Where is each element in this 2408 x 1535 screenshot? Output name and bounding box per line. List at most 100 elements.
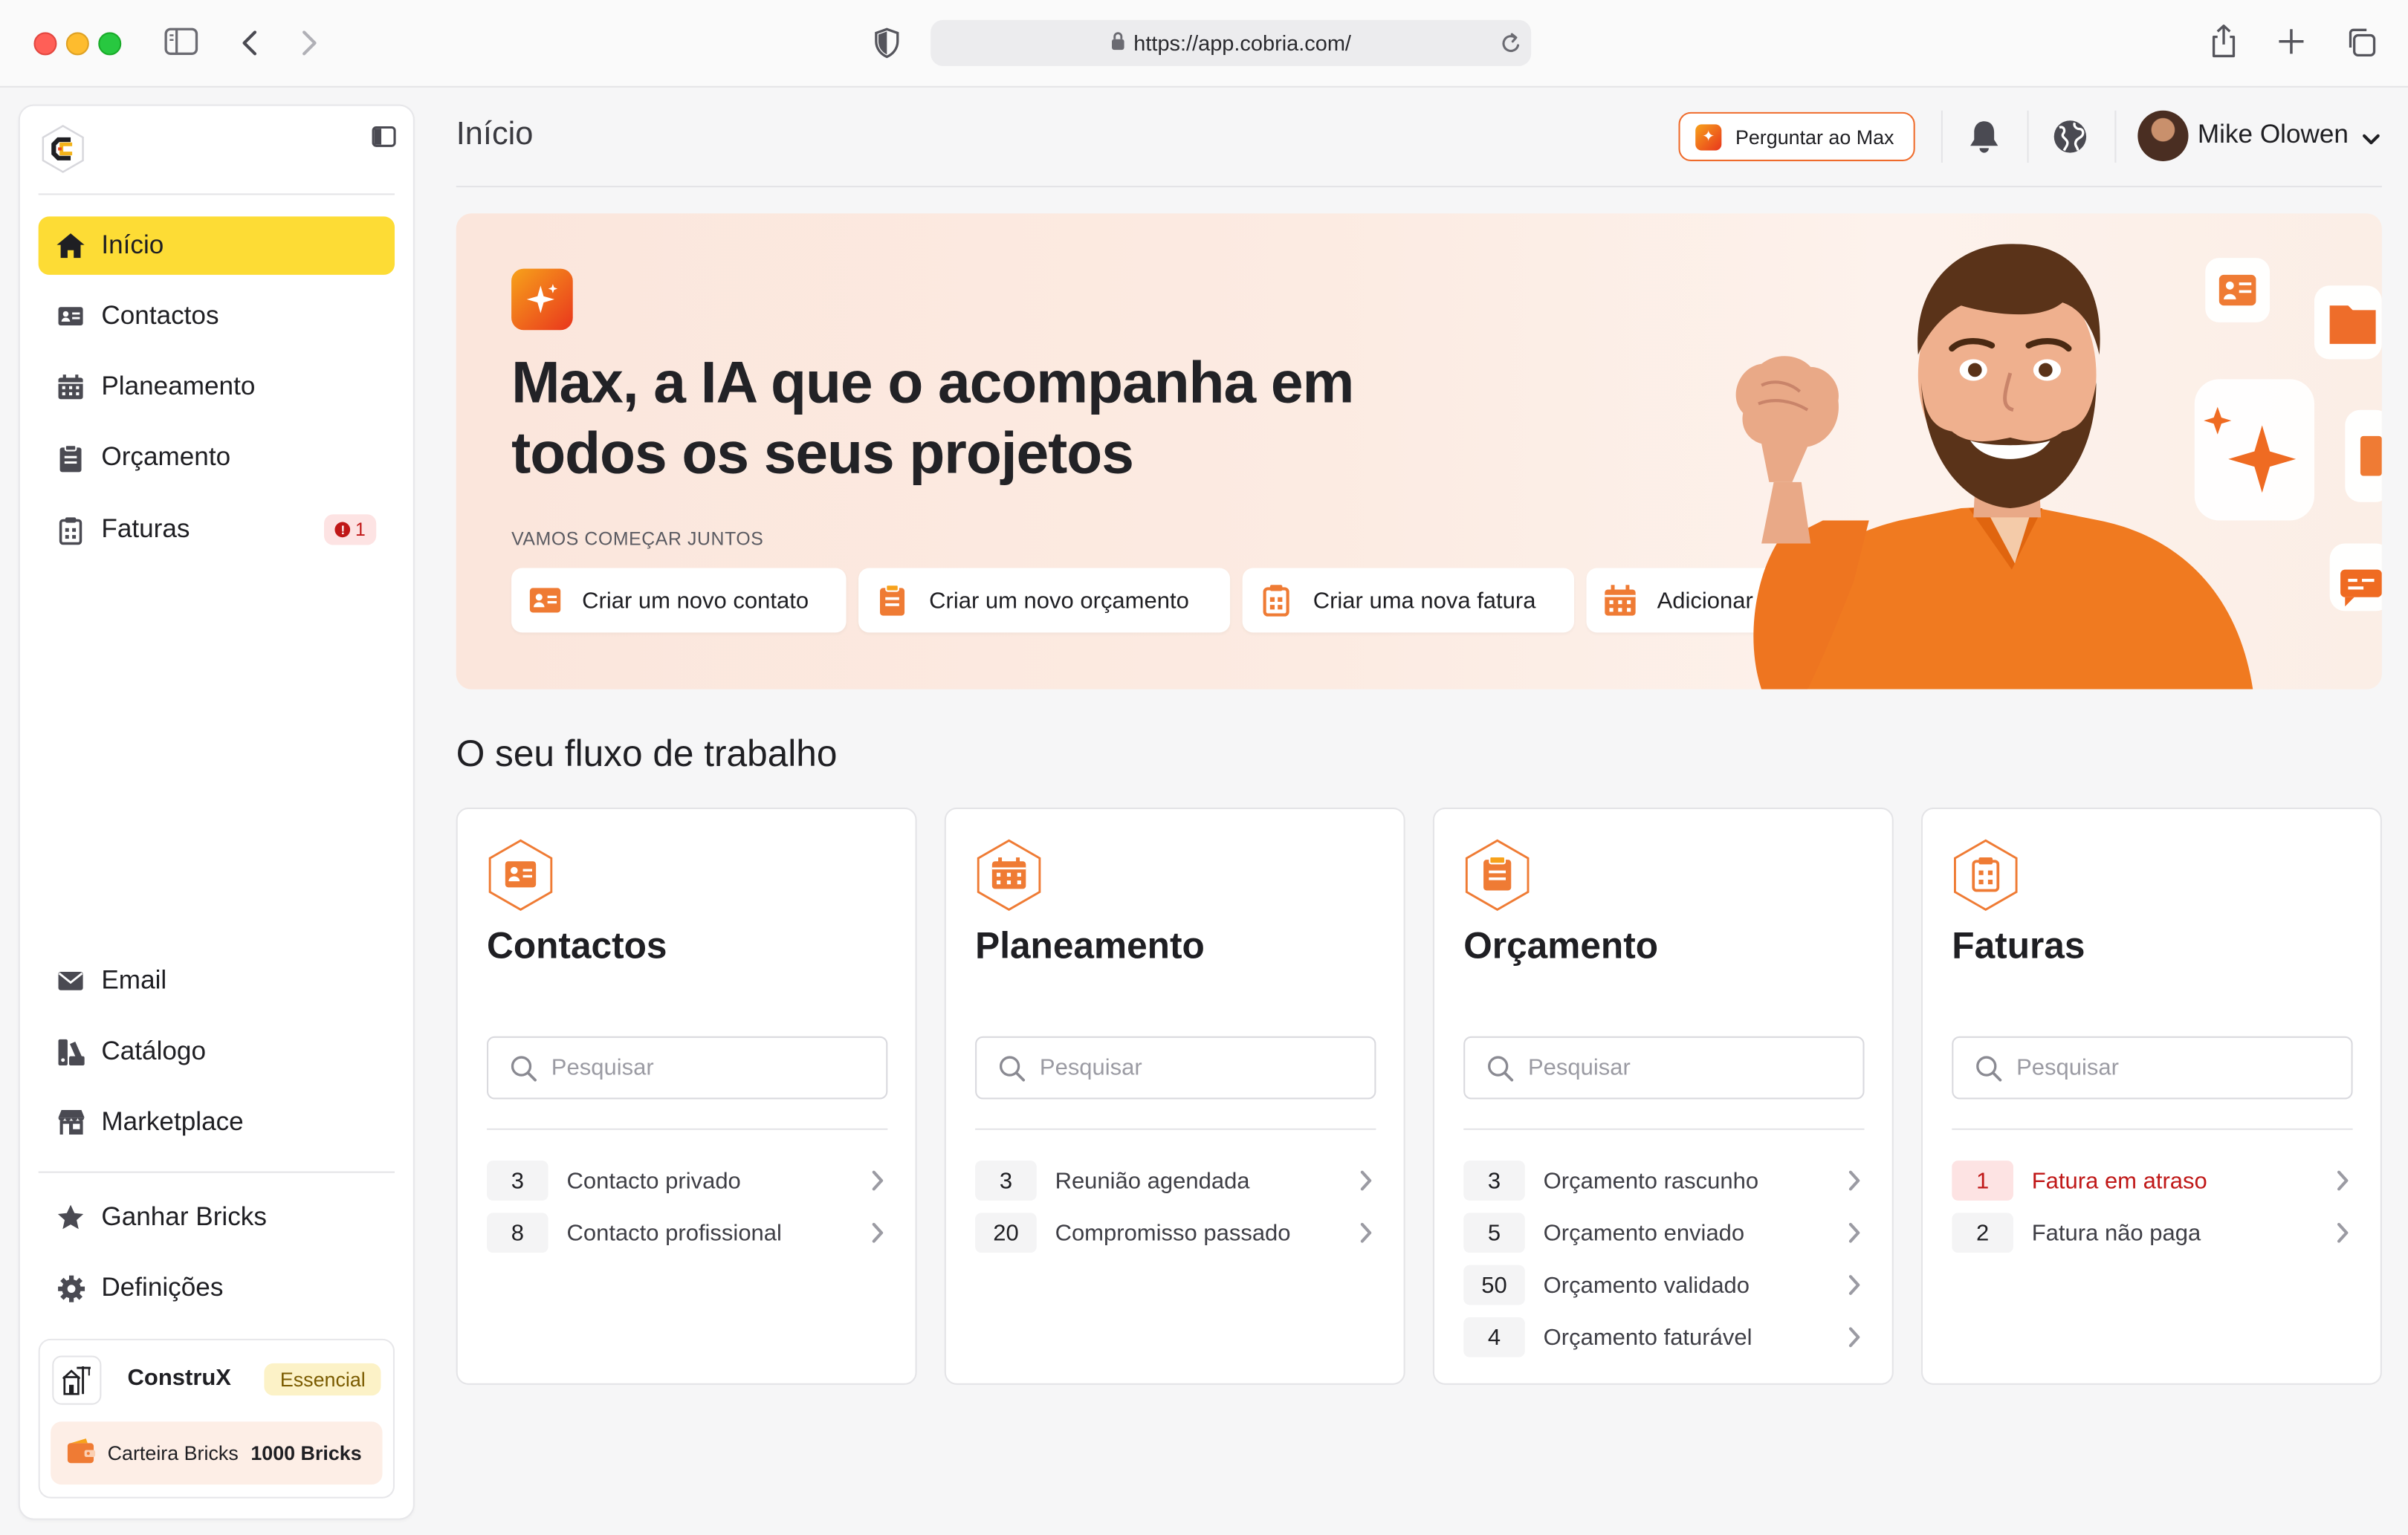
invoice-icon xyxy=(1258,582,1295,619)
item-count: 3 xyxy=(975,1161,1037,1201)
card-title: Orçamento xyxy=(1463,925,1659,967)
item-count: 1 xyxy=(1952,1161,2013,1201)
page-title: Início xyxy=(456,117,534,152)
lock-icon xyxy=(1110,30,1126,55)
list-item[interactable]: 8 Contacto profissional xyxy=(487,1213,887,1253)
search-icon xyxy=(998,1054,1026,1082)
company-logo-icon xyxy=(52,1355,102,1405)
app-logo[interactable] xyxy=(40,124,86,173)
wallet-icon xyxy=(66,1437,97,1469)
avatar[interactable] xyxy=(2137,110,2189,161)
search-input[interactable]: Pesquisar xyxy=(1463,1036,1865,1100)
floating-folder-tile xyxy=(2314,285,2382,360)
new-tab-icon[interactable] xyxy=(2277,27,2305,55)
list-item[interactable]: 3 Contacto privado xyxy=(487,1161,887,1201)
bell-icon[interactable] xyxy=(1967,118,2001,163)
item-label: Fatura não paga xyxy=(2031,1219,2201,1246)
ask-max-button[interactable]: ✦ Perguntar ao Max xyxy=(1678,111,1915,161)
item-label: Reunião agendada xyxy=(1055,1167,1250,1194)
search-input[interactable]: Pesquisar xyxy=(1952,1036,2353,1100)
sidebar-item-email[interactable]: Email xyxy=(39,952,395,1010)
workflow-card-contactos: Contactos Pesquisar 3 Contacto privado 8… xyxy=(456,807,917,1385)
chevron-right-icon xyxy=(871,1170,885,1198)
header-divider-line xyxy=(456,186,2382,188)
calendar-icon xyxy=(55,371,85,402)
window-zoom-button[interactable] xyxy=(98,32,122,56)
floating-clipboard-tile xyxy=(2345,409,2382,502)
star-icon xyxy=(55,1202,85,1233)
list-item[interactable]: 3 Orçamento rascunho xyxy=(1463,1161,1864,1201)
window-close-button[interactable] xyxy=(33,32,57,56)
item-count: 3 xyxy=(487,1161,548,1201)
list-item[interactable]: 20 Compromisso passado xyxy=(975,1213,1376,1253)
user-name[interactable]: Mike Olowen xyxy=(2198,120,2349,150)
item-count: 3 xyxy=(1463,1161,1525,1201)
back-icon[interactable] xyxy=(239,27,261,58)
card-title: Faturas xyxy=(1952,925,2085,967)
search-input[interactable]: Pesquisar xyxy=(487,1036,888,1100)
share-icon[interactable] xyxy=(2208,23,2239,60)
workflow-card-faturas: Faturas Pesquisar 1 Fatura em atraso 2 F… xyxy=(1920,807,2382,1385)
create-invoice-button[interactable]: Criar uma nova fatura xyxy=(1242,568,1574,633)
app-window: https://app.cobria.com/ Início Contactos… xyxy=(0,0,2408,1535)
chevron-right-icon xyxy=(1359,1170,1373,1198)
sidebar-divider xyxy=(38,193,395,195)
contact-card-icon xyxy=(488,839,553,911)
sidebar-item-label: Marketplace xyxy=(101,1106,244,1137)
list-item[interactable]: 50 Orçamento validado xyxy=(1463,1265,1864,1305)
sidebar-item-marketplace[interactable]: Marketplace xyxy=(39,1093,395,1152)
search-input[interactable]: Pesquisar xyxy=(975,1036,1376,1100)
hero-title-line: Max, a IA que o acompanha em xyxy=(511,351,1354,416)
chevron-right-icon xyxy=(1848,1274,1862,1302)
collapse-sidebar-icon[interactable] xyxy=(372,124,396,156)
gear-icon xyxy=(55,1273,85,1303)
max-assistant-illustration xyxy=(1735,244,2382,689)
search-placeholder: Pesquisar xyxy=(551,1054,654,1081)
company-card[interactable]: ConstruX Essencial Carteira Bricks 1000 … xyxy=(38,1338,395,1499)
calendar-icon xyxy=(977,839,1041,911)
floating-contact-tile xyxy=(2205,258,2271,322)
ask-max-label: Perguntar ao Max xyxy=(1735,125,1894,149)
address-bar[interactable]: https://app.cobria.com/ xyxy=(930,19,1532,66)
window-minimize-button[interactable] xyxy=(65,32,89,56)
sidebar-item-contactos[interactable]: Contactos xyxy=(39,287,395,345)
sidebar-toggle-icon[interactable] xyxy=(164,26,198,56)
list-item[interactable]: 3 Reunião agendada xyxy=(975,1161,1376,1201)
list-item[interactable]: 5 Orçamento enviado xyxy=(1463,1213,1864,1253)
sidebar-item-faturas[interactable]: Faturas ! 1 xyxy=(39,501,395,559)
card-divider xyxy=(487,1128,888,1130)
hero-subtitle: VAMOS COMEÇAR JUNTOS xyxy=(511,528,764,550)
company-name: ConstruX xyxy=(127,1364,231,1392)
hero-title-line: todos os seus projetos xyxy=(511,422,1134,487)
sidebar-item-planeamento[interactable]: Planeamento xyxy=(39,357,395,416)
sidebar-item-ganhar-bricks[interactable]: Ganhar Bricks xyxy=(39,1188,395,1247)
tab-overview-icon[interactable] xyxy=(2345,26,2377,58)
chevron-down-icon[interactable] xyxy=(2362,126,2381,153)
chevron-right-icon xyxy=(2336,1170,2350,1198)
chevron-right-icon xyxy=(1359,1222,1373,1250)
globe-icon[interactable] xyxy=(2052,118,2089,163)
sidebar-item-definicoes[interactable]: Definições xyxy=(39,1259,395,1317)
clipboard-icon xyxy=(1465,839,1530,911)
item-count: 2 xyxy=(1952,1213,2013,1253)
list-item[interactable]: 2 Fatura não paga xyxy=(1952,1213,2352,1253)
sidebar-item-label: Definições xyxy=(101,1272,224,1302)
floating-chat-tile xyxy=(2329,543,2382,611)
privacy-shield-icon[interactable] xyxy=(874,27,900,59)
sidebar-item-inicio[interactable]: Início xyxy=(38,216,395,275)
sidebar-item-catalogo[interactable]: Catálogo xyxy=(39,1022,395,1081)
forward-icon[interactable] xyxy=(298,27,320,58)
clipboard-icon xyxy=(55,442,85,473)
reload-icon[interactable] xyxy=(1501,30,1522,59)
create-contact-button[interactable]: Criar um novo contato xyxy=(511,568,847,633)
create-quote-button[interactable]: Criar um novo orçamento xyxy=(858,568,1231,633)
list-item[interactable]: 1 Fatura em atraso xyxy=(1952,1161,2352,1201)
sidebar-item-orcamento[interactable]: Orçamento xyxy=(39,429,395,487)
search-placeholder: Pesquisar xyxy=(1527,1054,1631,1081)
sparkle-icon: ✦ xyxy=(1695,123,1722,150)
search-icon xyxy=(510,1054,537,1082)
bricks-wallet[interactable]: Carteira Bricks 1000 Bricks xyxy=(51,1421,383,1485)
clipboard-icon xyxy=(874,582,911,619)
contact-card-icon xyxy=(55,301,85,331)
list-item[interactable]: 4 Orçamento faturável xyxy=(1463,1317,1864,1357)
